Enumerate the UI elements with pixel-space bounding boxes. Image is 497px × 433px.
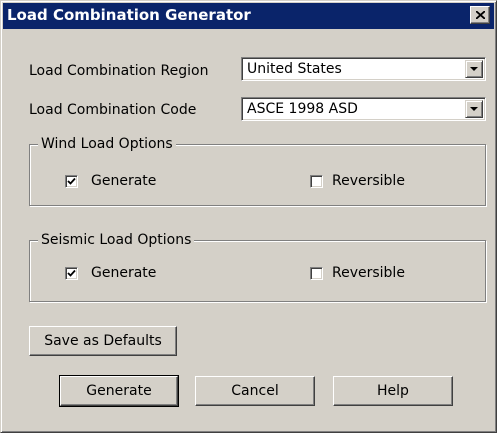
save-as-defaults-label: Save as Defaults bbox=[44, 333, 162, 349]
help-button-label: Help bbox=[377, 383, 409, 399]
help-button[interactable]: Help bbox=[333, 376, 453, 406]
code-dropdown-button[interactable] bbox=[465, 100, 483, 118]
generate-button[interactable]: Generate bbox=[59, 375, 179, 407]
region-select[interactable]: United States bbox=[241, 57, 486, 81]
seismic-reversible-checkbox[interactable] bbox=[310, 267, 323, 280]
chevron-down-icon bbox=[470, 67, 478, 71]
title-bar[interactable]: Load Combination Generator bbox=[3, 3, 494, 29]
code-value: ASCE 1998 ASD bbox=[247, 101, 358, 117]
seismic-generate-checkbox[interactable] bbox=[65, 267, 78, 280]
region-dropdown-button[interactable] bbox=[465, 60, 483, 78]
cancel-button-label: Cancel bbox=[231, 383, 279, 399]
save-as-defaults-button[interactable]: Save as Defaults bbox=[29, 326, 177, 356]
code-label: Load Combination Code bbox=[29, 102, 197, 118]
generate-button-label: Generate bbox=[86, 383, 152, 399]
seismic-options-legend: Seismic Load Options bbox=[38, 232, 195, 248]
dialog-window: Load Combination Generator Load Combinat… bbox=[0, 0, 497, 433]
close-button[interactable] bbox=[470, 6, 490, 24]
wind-generate-label: Generate bbox=[91, 173, 157, 189]
wind-generate-checkbox[interactable] bbox=[65, 175, 78, 188]
dialog-title: Load Combination Generator bbox=[7, 6, 251, 24]
region-label: Load Combination Region bbox=[29, 63, 209, 79]
wind-reversible-checkbox[interactable] bbox=[310, 175, 323, 188]
cancel-button[interactable]: Cancel bbox=[195, 376, 315, 406]
wind-options-group: Wind Load Options Generate Reversible bbox=[29, 136, 486, 206]
checkmark-icon bbox=[67, 177, 76, 185]
checkmark-icon bbox=[67, 269, 76, 277]
seismic-reversible-label: Reversible bbox=[332, 265, 405, 281]
wind-options-legend: Wind Load Options bbox=[38, 136, 176, 152]
region-value: United States bbox=[247, 61, 342, 77]
code-select[interactable]: ASCE 1998 ASD bbox=[241, 97, 486, 121]
wind-reversible-label: Reversible bbox=[332, 173, 405, 189]
seismic-options-group: Seismic Load Options Generate Reversible bbox=[29, 232, 486, 302]
seismic-generate-label: Generate bbox=[91, 265, 157, 281]
close-icon bbox=[476, 11, 485, 19]
chevron-down-icon bbox=[470, 107, 478, 111]
